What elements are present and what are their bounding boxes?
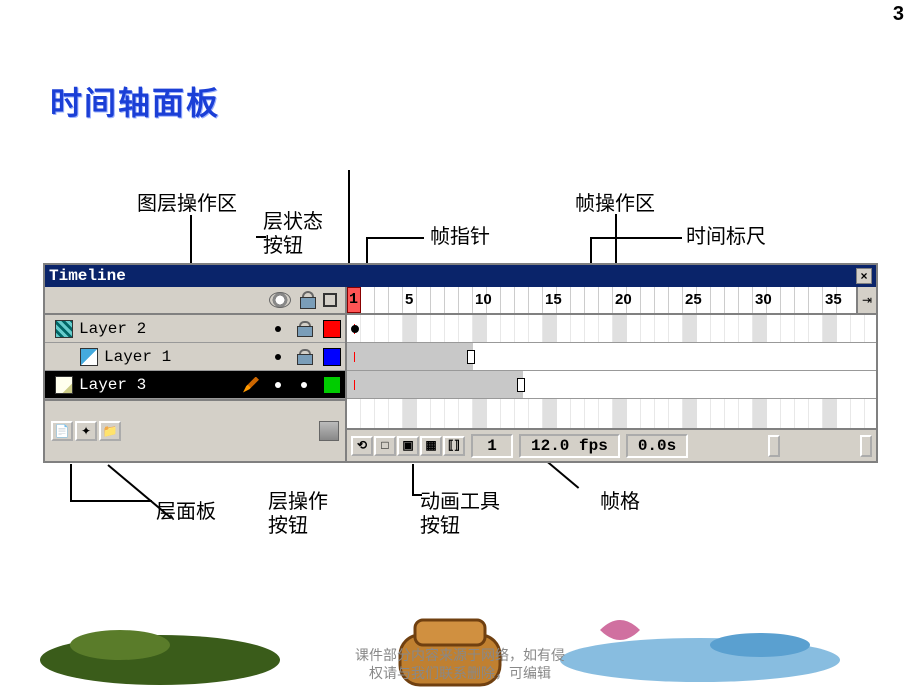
- anim-tool-button[interactable]: ▦: [420, 436, 442, 456]
- label-layer-ops-area: 图层操作区: [137, 192, 237, 216]
- keyframe-icon[interactable]: [351, 325, 359, 333]
- leader-line: [70, 500, 152, 502]
- layer-type-icon: [55, 376, 73, 394]
- layer-row[interactable]: Layer 2: [45, 315, 345, 343]
- fps-box: 12.0 fps: [519, 434, 620, 458]
- ruler-ticks: 5 10 15 20 25 30 35: [347, 287, 856, 313]
- tick-label: 5: [405, 291, 413, 308]
- label-frame-cell: 帧格: [600, 490, 640, 514]
- leader-line: [412, 464, 414, 494]
- frames-footer: ⟲ □ ▣ ▦ ⟦⟧ 1 12.0 fps 0.0s: [347, 428, 876, 461]
- leader-line: [348, 170, 350, 263]
- playhead-frame: 1: [349, 291, 358, 308]
- time-ruler[interactable]: 1 5 10 15 20 25 30 35 ⇥: [347, 287, 876, 315]
- layer-name: Layer 2: [79, 320, 265, 338]
- timeline-panel: Timeline × Layer 2 Layer 1: [43, 263, 878, 463]
- track-row[interactable]: [347, 343, 876, 371]
- lock-icon[interactable]: [297, 321, 311, 337]
- anim-tool-button[interactable]: ⟦⟧: [443, 436, 465, 456]
- label-time-ruler: 时间标尺: [686, 225, 766, 249]
- leader-line: [615, 214, 617, 264]
- add-folder-button[interactable]: 📁: [99, 421, 121, 441]
- label-layer-ops-btns: 层操作 按钮: [268, 490, 328, 538]
- tracks-area[interactable]: [347, 315, 876, 428]
- visibility-dot-icon[interactable]: [275, 354, 281, 360]
- add-layer-button[interactable]: 📄: [51, 421, 73, 441]
- close-icon[interactable]: ×: [856, 268, 872, 284]
- page-number: 3: [893, 3, 904, 26]
- label-frame-ops-area: 帧操作区: [575, 192, 655, 216]
- leader-line: [366, 237, 424, 239]
- timeline-title-text: Timeline: [49, 267, 126, 285]
- lock-icon[interactable]: [297, 349, 311, 365]
- anim-tool-button[interactable]: □: [374, 436, 396, 456]
- label-frame-pointer: 帧指针: [430, 225, 490, 249]
- layer-footer: 📄 ✦ 📁: [45, 399, 345, 461]
- leader-line: [412, 494, 422, 496]
- pencil-icon: [243, 377, 259, 393]
- leader-line: [70, 464, 72, 500]
- current-frame-box: 1: [471, 434, 513, 458]
- eye-icon[interactable]: [269, 292, 291, 308]
- elapsed-time-box: 0.0s: [626, 434, 688, 458]
- track-row[interactable]: [347, 315, 876, 343]
- visibility-dot-icon[interactable]: [275, 382, 281, 388]
- trash-icon[interactable]: [319, 421, 339, 441]
- ruler-end-button[interactable]: ⇥: [856, 287, 876, 313]
- scroll-handle[interactable]: [860, 435, 872, 457]
- layer-color-swatch[interactable]: [323, 320, 341, 338]
- slide-heading: 时间轴面板: [50, 78, 220, 124]
- tick-label: 35: [825, 291, 842, 308]
- layer-name: Layer 3: [79, 376, 243, 394]
- track-row[interactable]: [347, 371, 876, 399]
- frames-column: 1 5 10 15 20 25 30 35 ⇥: [347, 287, 876, 461]
- anim-tool-button[interactable]: ▣: [397, 436, 419, 456]
- frame-end-icon[interactable]: [467, 350, 475, 364]
- add-guide-button[interactable]: ✦: [75, 421, 97, 441]
- anim-tool-button[interactable]: ⟲: [351, 436, 373, 456]
- layer-row[interactable]: Layer 1: [45, 343, 345, 371]
- layer-color-swatch[interactable]: [323, 348, 341, 366]
- label-anim-tool-btns: 动画工具 按钮: [420, 490, 500, 538]
- frame-end-icon[interactable]: [517, 378, 525, 392]
- anim-tool-buttons: ⟲ □ ▣ ▦ ⟦⟧: [351, 436, 465, 456]
- layer-type-icon: [80, 348, 98, 366]
- leader-line: [107, 464, 171, 518]
- layer-type-icon: [55, 320, 73, 338]
- visibility-dot-icon[interactable]: [275, 326, 281, 332]
- lock-icon[interactable]: [299, 291, 315, 309]
- leader-line: [256, 236, 266, 238]
- outline-toggle-icon[interactable]: [323, 293, 337, 307]
- layer-header: [45, 287, 345, 315]
- layer-color-swatch[interactable]: [323, 376, 341, 394]
- layer-name: Layer 1: [104, 348, 265, 366]
- scroll-handle[interactable]: [768, 435, 780, 457]
- layer-row-selected[interactable]: Layer 3: [45, 371, 345, 399]
- leader-line: [590, 237, 592, 265]
- leader-line: [190, 215, 192, 263]
- timeline-titlebar[interactable]: Timeline ×: [45, 265, 876, 287]
- layer-column: Layer 2 Layer 1 Layer 3: [45, 287, 347, 461]
- lock-dot-icon[interactable]: [301, 382, 307, 388]
- footer-disclaimer: 课件部分内容来源于网络，如有侵 权请与我们联系删除，可编辑: [355, 646, 565, 682]
- leader-line: [590, 237, 682, 239]
- leader-line: [366, 237, 368, 265]
- label-layer-status-btns: 层状态 按钮: [263, 210, 323, 258]
